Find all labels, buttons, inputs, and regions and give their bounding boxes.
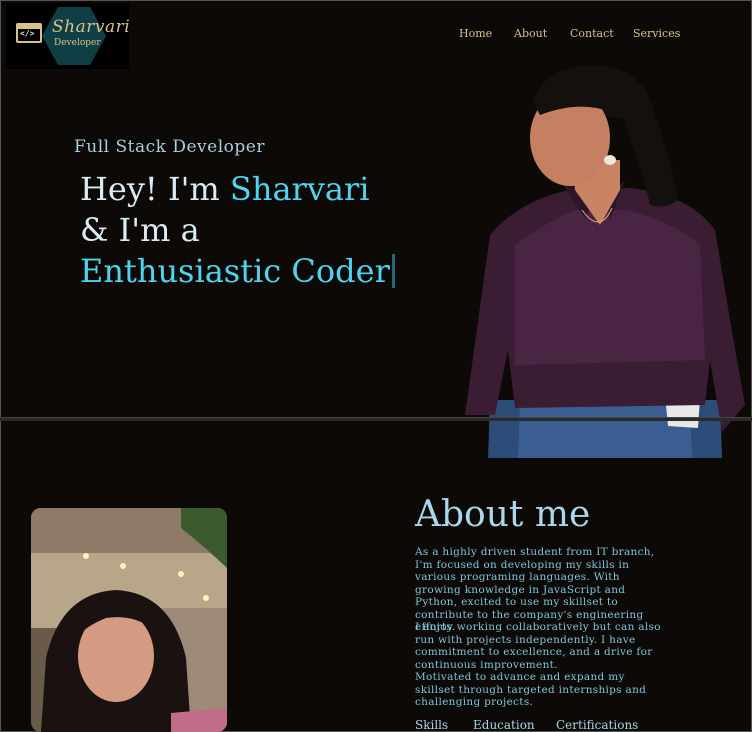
hero-line-3: Enthusiastic Coder (80, 252, 395, 290)
nav-about[interactable]: About (514, 27, 547, 40)
hero-subtitle: Full Stack Developer (74, 137, 265, 157)
monitor-code-icon: </> (16, 23, 42, 43)
hero-role: Enthusiastic Coder (80, 252, 390, 290)
about-paragraph-2: I enjoy working collaboratively but can … (415, 621, 661, 671)
tab-skills[interactable]: Skills (415, 718, 448, 732)
nav-home[interactable]: Home (459, 27, 492, 40)
logo-subtitle: Developer (54, 38, 101, 48)
site-logo[interactable]: </> Sharvari Developer (6, 3, 131, 69)
typing-cursor (391, 254, 395, 288)
nav-services[interactable]: Services (633, 27, 680, 40)
logo-name: Sharvari (52, 17, 131, 37)
nav-contact[interactable]: Contact (570, 27, 614, 40)
about-paragraph-3: Motivated to advance and expand my skill… (415, 671, 647, 708)
hero-line-2: & I'm a (80, 211, 200, 249)
section-divider (0, 417, 752, 421)
tab-education[interactable]: Education (473, 718, 535, 732)
hero-greeting: Hey! I'm (80, 170, 230, 208)
hero-line-1: Hey! I'm Sharvari (80, 170, 370, 208)
code-glyph: </> (20, 29, 35, 38)
hero-portrait (465, 65, 745, 458)
about-title: About me (415, 494, 591, 535)
about-photo (31, 508, 227, 732)
tab-certifications[interactable]: Certifications (556, 718, 638, 732)
hero-name: Sharvari (229, 170, 370, 208)
